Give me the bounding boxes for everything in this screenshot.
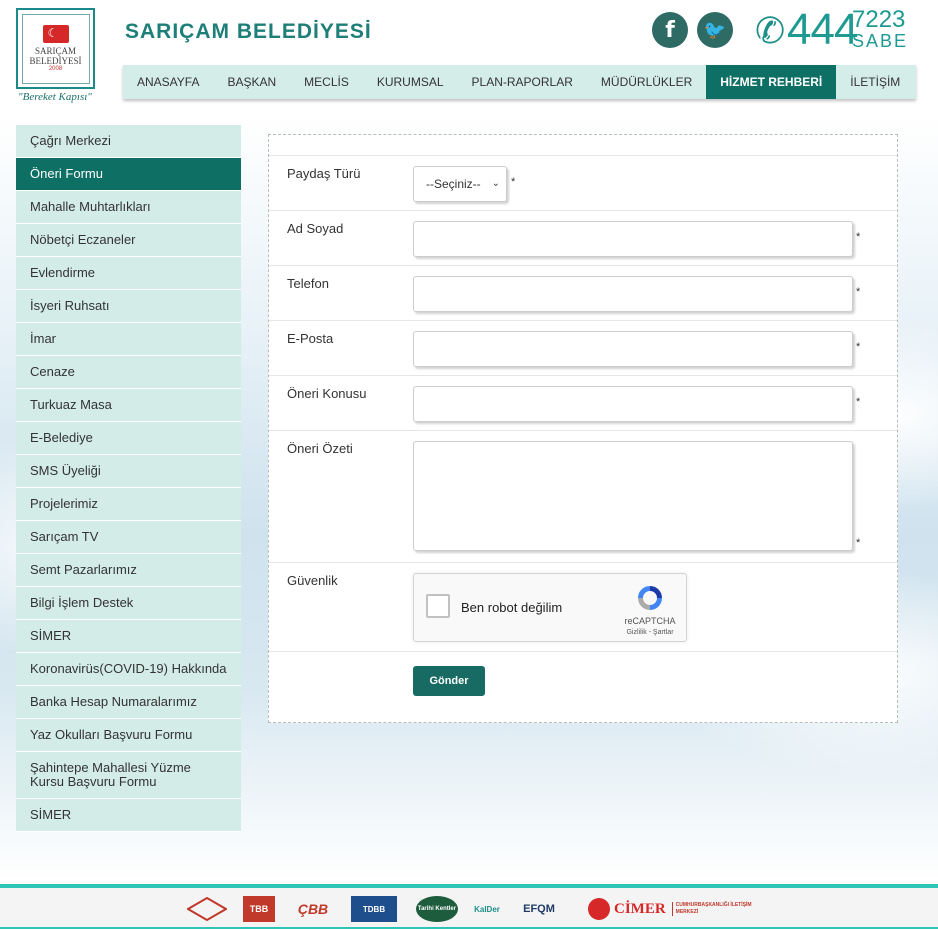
konu-input[interactable] xyxy=(413,386,853,422)
nav-item[interactable]: ANASAYFA xyxy=(123,65,213,99)
nav-item[interactable]: HİZMET REHBERİ xyxy=(706,65,837,99)
tse-icon xyxy=(187,897,227,921)
nav-item[interactable]: BAŞKAN xyxy=(213,65,290,99)
recaptcha-widget: Ben robot değilim reCAPTCHA Gizlilik - Ş… xyxy=(413,573,687,642)
recaptcha-icon xyxy=(638,586,662,610)
sidebar-item[interactable]: İsyeri Ruhsatı xyxy=(16,290,241,323)
footer-logo-kalder[interactable]: KalDer xyxy=(474,896,500,922)
footer-logo-cbb[interactable]: ÇBB xyxy=(295,896,331,922)
sidebar-item[interactable]: Turkuaz Masa xyxy=(16,389,241,422)
footer: TBB ÇBB TDBB Tarihi Kentler KalDer EFQM … xyxy=(0,888,938,929)
sidebar-item[interactable]: Öneri Formu xyxy=(16,158,241,191)
twitter-icon[interactable]: 🐦 xyxy=(697,12,733,48)
form-row-submit: Gönder xyxy=(269,651,897,723)
submit-button[interactable]: Gönder xyxy=(413,666,485,696)
sidebar-item[interactable]: E-Belediye xyxy=(16,422,241,455)
nav-item[interactable]: KURUMSAL xyxy=(363,65,458,99)
guvenlik-label: Güvenlik xyxy=(287,573,338,588)
footer-logo-cimer[interactable]: CİMER CUMHURBAŞKANLIĞI İLETİŞİM MERKEZİ xyxy=(588,896,758,922)
eposta-label: E-Posta xyxy=(287,331,334,346)
nav-item[interactable]: MECLİS xyxy=(290,65,363,99)
sidebar-item[interactable]: Yaz Okulları Başvuru Formu xyxy=(16,719,241,752)
recaptcha-links[interactable]: Gizlilik - Şartlar xyxy=(610,629,690,636)
required-mark: * xyxy=(856,231,861,243)
ozet-label: Öneri Özeti xyxy=(287,441,353,456)
telefon-input[interactable] xyxy=(413,276,853,312)
required-mark: * xyxy=(511,176,516,188)
sidebar-item[interactable]: SİMER xyxy=(16,799,241,832)
sidebar-item[interactable]: Nöbetçi Eczaneler xyxy=(16,224,241,257)
main-nav: ANASAYFA BAŞKAN MECLİS KURUMSAL PLAN-RAPORLA… xyxy=(123,65,916,99)
sidebar-item[interactable]: Cenaze xyxy=(16,356,241,389)
sidebar-item[interactable]: SMS Üyeliği xyxy=(16,455,241,488)
paydas-selected-value: --Seçiniz-- xyxy=(426,177,481,191)
form-row-ozet: Öneri Özeti * xyxy=(269,430,897,562)
form-row-konu: Öneri Konusu * xyxy=(269,375,897,430)
required-mark: * xyxy=(856,396,861,408)
cimer-icon xyxy=(588,898,610,920)
recaptcha-checkbox[interactable] xyxy=(426,594,450,618)
cimer-text: CİMER xyxy=(614,900,666,917)
footer-logo-tdbb[interactable]: TDBB xyxy=(351,896,397,922)
sidebar-item[interactable]: İmar xyxy=(16,323,241,356)
form-row-eposta: E-Posta * xyxy=(269,320,897,375)
required-mark: * xyxy=(856,537,861,549)
sidebar-item[interactable]: Sarıçam TV xyxy=(16,521,241,554)
logo-text-line1: SARIÇAM xyxy=(34,46,76,56)
sidebar-item[interactable]: SİMER xyxy=(16,620,241,653)
municipality-logo[interactable]: SARIÇAM BELEDİYESİ 2008 xyxy=(16,8,95,89)
logo-text-line2: BELEDİYESİ xyxy=(29,56,82,66)
sidebar-item[interactable]: Mahalle Muhtarlıkları xyxy=(16,191,241,224)
form-row-telefon: Telefon * xyxy=(269,265,897,320)
chevron-down-icon: ⌄ xyxy=(491,178,500,189)
phone-icon: ✆ xyxy=(755,10,786,51)
site-title[interactable]: SARIÇAM BELEDİYESİ xyxy=(125,20,372,44)
telefon-label: Telefon xyxy=(287,276,329,291)
sidebar-item[interactable]: Semt Pazarlarımız xyxy=(16,554,241,587)
footer-logo-tbb[interactable]: TBB xyxy=(243,896,275,922)
adsoyad-label: Ad Soyad xyxy=(287,221,344,236)
sidebar-item[interactable]: Çağrı Merkezi xyxy=(16,125,241,158)
ozet-textarea[interactable] xyxy=(413,441,853,551)
sidebar-item[interactable]: Projelerimiz xyxy=(16,488,241,521)
nav-item[interactable]: MÜDÜRLÜKLER xyxy=(587,65,706,99)
cimer-subtext: CUMHURBAŞKANLIĞI İLETİŞİM MERKEZİ xyxy=(671,902,752,916)
nav-item[interactable]: İLETİŞİM xyxy=(836,65,914,99)
form-row-guvenlik: Güvenlik Ben robot değilim reCAPTCHA Giz… xyxy=(269,562,897,651)
footer-logo-tarihi-kentler[interactable]: Tarihi Kentler xyxy=(416,896,458,922)
recaptcha-brand: reCAPTCHA xyxy=(624,616,676,626)
footer-logo-tse[interactable] xyxy=(186,896,228,922)
phone-number-digits: 7223 xyxy=(852,6,906,33)
form-row-adsoyad: Ad Soyad * xyxy=(269,210,897,265)
paydas-select[interactable]: --Seçiniz-- ⌄ xyxy=(413,166,507,202)
flag-icon xyxy=(42,25,69,43)
facebook-icon[interactable]: f xyxy=(652,12,688,48)
logo-frame: SARIÇAM BELEDİYESİ 2008 xyxy=(21,13,90,84)
sidebar-item[interactable]: Şahintepe Mahallesi Yüzme Kursu Başvuru … xyxy=(16,752,241,799)
logo-year: 2008 xyxy=(48,66,63,72)
required-mark: * xyxy=(856,286,861,298)
form-row-paydas: Paydaş Türü --Seçiniz-- ⌄ * xyxy=(269,155,897,210)
sidebar-item[interactable]: Banka Hesap Numaralarımız xyxy=(16,686,241,719)
phone-number-main: 444 xyxy=(787,5,858,54)
konu-label: Öneri Konusu xyxy=(287,386,367,401)
footer-logo-efqm[interactable]: EFQM xyxy=(515,896,563,922)
suggestion-form: Paydaş Türü --Seçiniz-- ⌄ * Ad Soyad * T… xyxy=(268,134,898,723)
sidebar-item[interactable]: Koronavirüs(COVID-19) Hakkında xyxy=(16,653,241,686)
nav-item[interactable]: PLAN-RAPORLAR xyxy=(458,65,587,99)
slogan: "Bereket Kapısı" xyxy=(18,91,92,103)
sidebar-menu: Çağrı Merkezi Öneri Formu Mahalle Muhtarlı… xyxy=(16,125,241,832)
paydas-label: Paydaş Türü xyxy=(287,166,361,181)
sidebar-item[interactable]: Bilgi İşlem Destek xyxy=(16,587,241,620)
adsoyad-input[interactable] xyxy=(413,221,853,257)
eposta-input[interactable] xyxy=(413,331,853,367)
sidebar-item[interactable]: Evlendirme xyxy=(16,257,241,290)
recaptcha-text: Ben robot değilim xyxy=(461,600,563,615)
required-mark: * xyxy=(856,341,861,353)
phone-number-letters: SABE xyxy=(852,31,909,51)
